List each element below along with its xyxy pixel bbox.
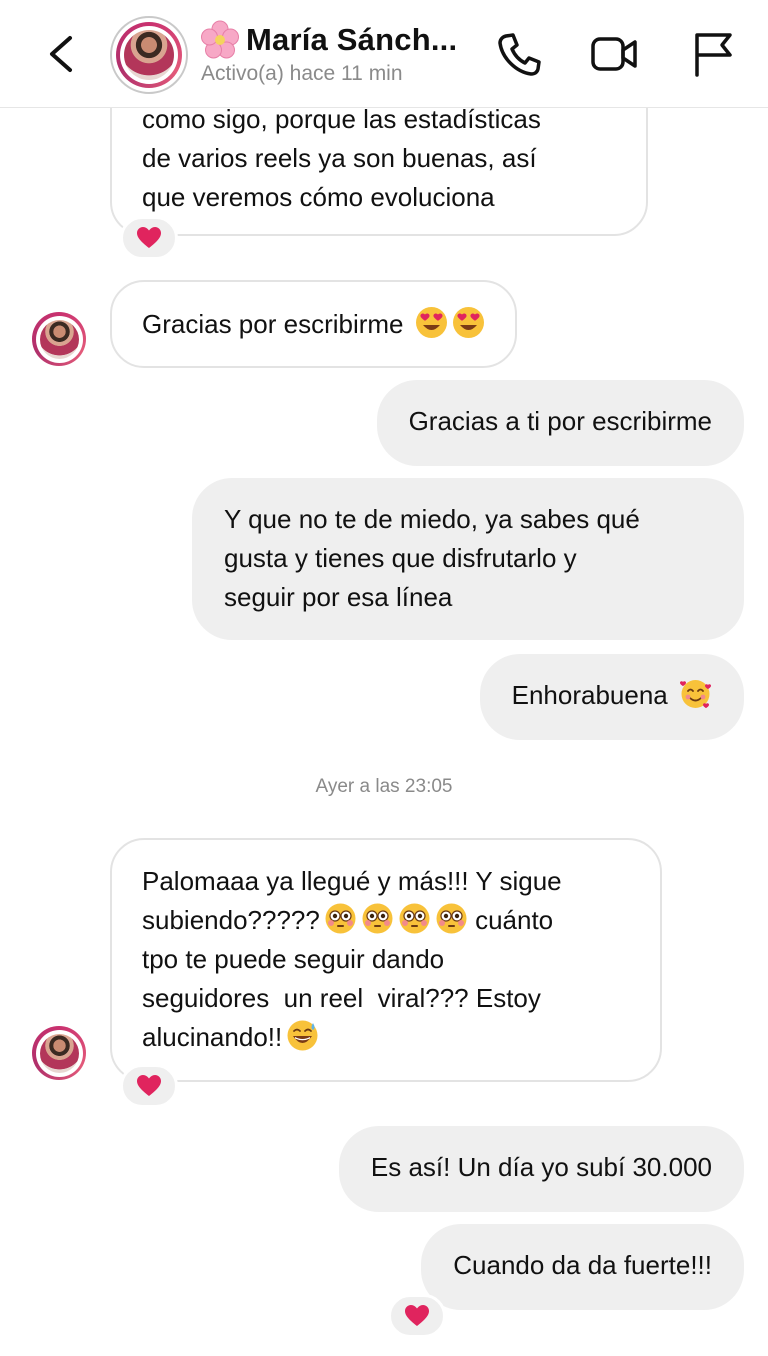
message-incoming[interactable]: Palomaaa ya llegué y más!!! Y sigue subi… xyxy=(110,838,662,1082)
message-outgoing[interactable]: Cuando da da fuerte!!! xyxy=(421,1224,744,1310)
phone-icon xyxy=(498,33,541,76)
chat-header: María Sánch... Activo(a) hace 11 min xyxy=(0,0,768,108)
flushed-face-emoji xyxy=(362,903,393,934)
heart-eyes-emoji xyxy=(415,307,447,338)
cherry-blossom-emoji xyxy=(201,20,239,59)
message-text: Gracias a ti por escribirme xyxy=(408,406,712,436)
grinning-sweat-emoji xyxy=(287,1020,318,1051)
message-outgoing[interactable]: Enhorabuena xyxy=(479,654,744,740)
message-reaction[interactable] xyxy=(120,1064,178,1108)
message-outgoing[interactable]: Es así! Un día yo subí 30.000 xyxy=(338,1126,744,1212)
smiling-face-with-hearts-emoji xyxy=(679,680,712,709)
flushed-face-emoji xyxy=(436,903,467,934)
contact-avatar[interactable] xyxy=(110,16,188,94)
message-outgoing[interactable]: Gracias a ti por escribirme xyxy=(376,380,744,466)
video-call-button[interactable] xyxy=(588,28,640,80)
message-outgoing[interactable]: Y que no te de miedo, ya sabes qué gusta… xyxy=(192,478,744,640)
contact-name: María Sánch... xyxy=(246,22,458,57)
flag-icon xyxy=(695,33,732,77)
message-text: Cuando da da fuerte!!! xyxy=(453,1250,712,1280)
message-text: Y que no te de miedo, ya sabes qué gusta… xyxy=(224,504,640,612)
contact-name-row[interactable]: María Sánch... xyxy=(200,20,457,60)
red-heart-icon xyxy=(405,1305,429,1326)
report-button[interactable] xyxy=(686,28,738,80)
flushed-face-emoji xyxy=(325,903,356,934)
message-reaction[interactable] xyxy=(388,1294,446,1338)
message-text: Enhorabuena xyxy=(511,680,668,710)
sender-avatar[interactable] xyxy=(32,312,86,366)
message-reaction[interactable] xyxy=(120,216,178,260)
conversation-timestamp: Ayer a las 23:05 xyxy=(315,776,453,797)
heart-eyes-emoji xyxy=(452,307,484,338)
back-button[interactable] xyxy=(40,30,84,78)
sender-avatar[interactable] xyxy=(32,1026,86,1080)
call-button[interactable] xyxy=(494,28,546,80)
message-text: Gracias por escribirme xyxy=(142,309,404,339)
red-heart-icon xyxy=(137,227,161,248)
video-camera-icon xyxy=(591,37,637,71)
flushed-face-emoji xyxy=(399,903,430,934)
message-text: Es así! Un día yo subí 30.000 xyxy=(370,1152,712,1182)
message-text: como sigo, porque las estadísticas de va… xyxy=(142,104,541,212)
message-incoming[interactable]: Gracias por escribirme xyxy=(110,280,517,368)
chevron-left-icon xyxy=(50,36,72,72)
red-heart-icon xyxy=(137,1075,161,1096)
activity-status: Activo(a) hace 11 min xyxy=(201,62,403,85)
